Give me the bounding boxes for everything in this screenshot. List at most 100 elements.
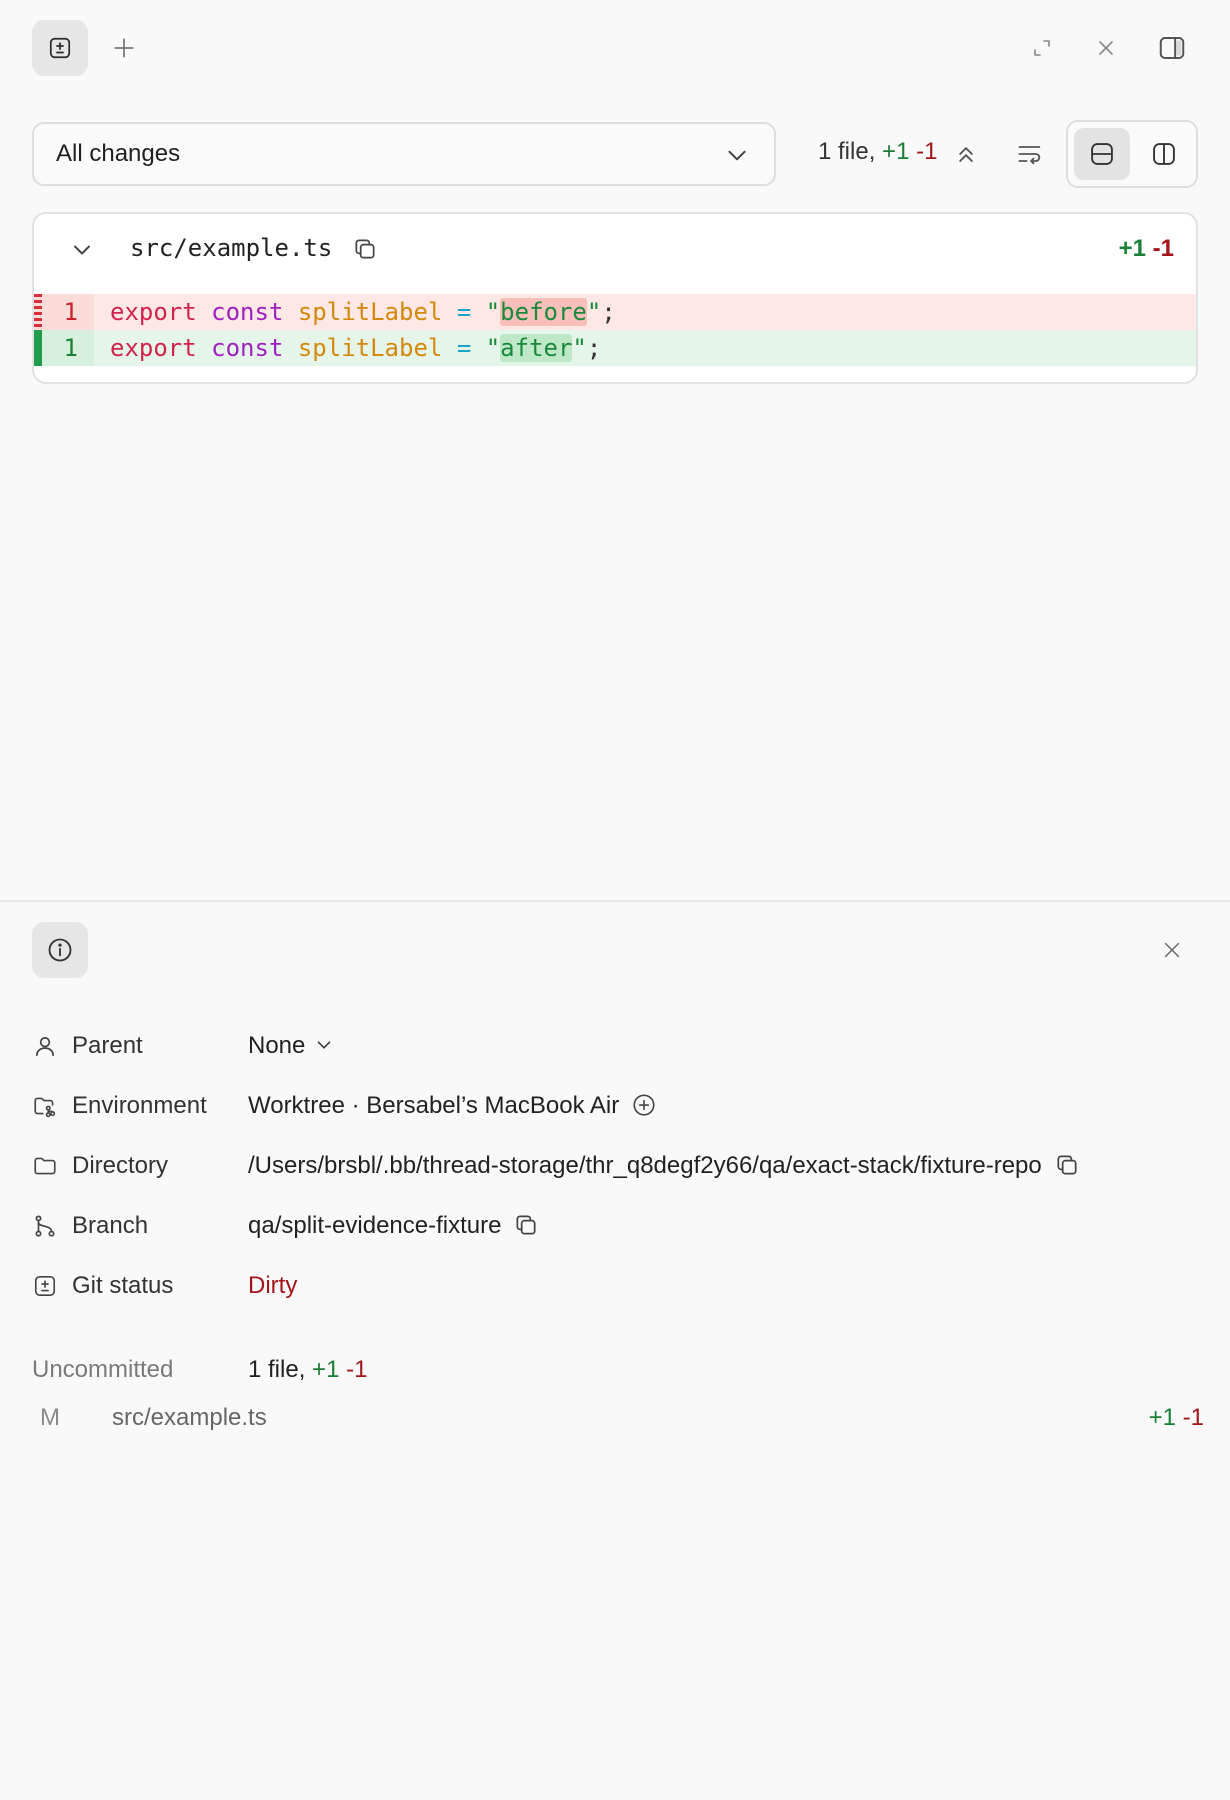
copy-icon[interactable] bbox=[1054, 1152, 1080, 1178]
line-number: 1 bbox=[63, 298, 78, 326]
split-view-icon bbox=[1150, 140, 1178, 168]
git-status-value: Dirty bbox=[248, 1272, 298, 1299]
branch-value: qa/split-evidence-fixture bbox=[248, 1212, 502, 1239]
toggle-sidebar-button[interactable] bbox=[1152, 30, 1192, 66]
branch-icon bbox=[32, 1213, 58, 1239]
code-content: export const splitLabel = "before"; bbox=[110, 298, 616, 326]
detail-label: Directory bbox=[72, 1152, 169, 1179]
code-quote: " bbox=[586, 298, 602, 326]
close-icon bbox=[1094, 36, 1118, 60]
diff-summary: 1 file, +1 -1 bbox=[818, 138, 937, 166]
copy-icon[interactable] bbox=[352, 236, 378, 262]
new-tab-button[interactable] bbox=[108, 30, 140, 66]
summary-removed: -1 bbox=[916, 138, 938, 165]
view-mode-toggle bbox=[1066, 120, 1198, 188]
branch-value-wrap: qa/split-evidence-fixture bbox=[248, 1212, 539, 1240]
file-added: +1 bbox=[1148, 1404, 1176, 1431]
code-content: export const splitLabel = "after"; bbox=[110, 334, 601, 362]
plus-minus-box-icon bbox=[32, 1273, 58, 1299]
environment-value: Worktree · Bersabel’s MacBook Air bbox=[248, 1092, 620, 1119]
detail-label: Environment bbox=[72, 1092, 207, 1119]
collapse-all-button[interactable] bbox=[948, 136, 984, 172]
detail-label: Git status bbox=[72, 1272, 174, 1299]
detail-row-git-status: Git status Dirty bbox=[32, 1266, 1198, 1306]
file-removed-count: -1 bbox=[1152, 235, 1174, 262]
changed-token: before bbox=[500, 298, 587, 326]
code-punctuation: ; bbox=[586, 334, 602, 362]
parent-value: None bbox=[248, 1032, 306, 1059]
close-panel-button[interactable] bbox=[1088, 30, 1124, 66]
code-operator: = bbox=[456, 334, 472, 362]
changed-token: after bbox=[500, 334, 573, 362]
code-quote: " bbox=[572, 334, 587, 362]
plus-minus-box-icon bbox=[47, 35, 73, 61]
changes-scope-select[interactable]: All changes bbox=[32, 122, 776, 186]
unified-view-button[interactable] bbox=[1074, 128, 1130, 180]
chevron-down-icon bbox=[313, 1034, 335, 1056]
directory-value-wrap: /Users/brsbl/.bb/thread-storage/thr_q8de… bbox=[248, 1152, 1080, 1180]
environment-value-wrap: Worktree · Bersabel’s MacBook Air bbox=[248, 1092, 657, 1120]
uncommitted-label: Uncommitted bbox=[32, 1356, 174, 1383]
code-quote: " bbox=[485, 298, 501, 326]
scope-selected-value: All changes bbox=[56, 140, 181, 167]
detail-label: Parent bbox=[72, 1032, 143, 1059]
panel-divider[interactable] bbox=[0, 900, 1230, 902]
uncommitted-files: 1 file, bbox=[248, 1356, 306, 1383]
uncommitted-file-row[interactable]: M src/example.ts +1 -1 bbox=[32, 1396, 1204, 1440]
code-keyword: export bbox=[110, 298, 197, 326]
uncommitted-summary: 1 file, +1 -1 bbox=[248, 1356, 367, 1384]
summary-added: +1 bbox=[882, 138, 910, 165]
directory-value: /Users/brsbl/.bb/thread-storage/thr_q8de… bbox=[248, 1152, 1042, 1179]
detail-row-directory: Directory /Users/brsbl/.bb/thread-storag… bbox=[32, 1146, 1198, 1186]
close-details-button[interactable] bbox=[1156, 932, 1188, 968]
chevron-down-icon bbox=[724, 142, 750, 168]
info-icon bbox=[46, 936, 74, 964]
file-name: src/example.ts bbox=[112, 1404, 267, 1431]
split-view-button[interactable] bbox=[1136, 128, 1192, 180]
uncommitted-added: +1 bbox=[312, 1356, 340, 1383]
expand-button[interactable] bbox=[1024, 30, 1060, 66]
top-bar bbox=[0, 0, 1230, 96]
file-added-count: +1 bbox=[1118, 235, 1146, 262]
person-icon bbox=[32, 1033, 58, 1059]
detail-row-environment: Environment Worktree · Bersabel’s MacBoo… bbox=[32, 1086, 1198, 1126]
file-diff-card: src/example.ts +1 -1 1 export const spli… bbox=[32, 212, 1198, 384]
plus-icon bbox=[111, 35, 137, 61]
line-number: 1 bbox=[63, 334, 78, 362]
info-tab[interactable] bbox=[32, 922, 88, 978]
line-gutter: 1 bbox=[34, 330, 94, 366]
summary-files: 1 file, bbox=[818, 138, 876, 165]
detail-label: Branch bbox=[72, 1212, 149, 1239]
file-status: M bbox=[40, 1404, 60, 1431]
wrap-lines-button[interactable] bbox=[1012, 136, 1048, 172]
code-operator: = bbox=[456, 298, 472, 326]
code-keyword: const bbox=[211, 334, 284, 362]
chevron-down-icon[interactable] bbox=[68, 236, 96, 264]
unified-view-icon bbox=[1088, 140, 1116, 168]
close-icon bbox=[1161, 939, 1183, 961]
copy-icon[interactable] bbox=[513, 1212, 539, 1238]
file-removed: -1 bbox=[1182, 1404, 1204, 1431]
wrap-lines-icon bbox=[1016, 140, 1044, 168]
code-keyword: const bbox=[211, 298, 284, 326]
file-diff-header[interactable]: src/example.ts +1 -1 bbox=[34, 214, 1196, 284]
diff-line-added: 1 export const splitLabel = "after"; bbox=[34, 330, 1196, 366]
parent-select[interactable]: None bbox=[248, 1032, 335, 1060]
line-gutter: 1 bbox=[34, 294, 94, 330]
code-string: "after" bbox=[486, 334, 587, 362]
diff-line-deleted: 1 export const splitLabel = "before"; bbox=[34, 294, 1196, 330]
code-string: "before" bbox=[485, 298, 602, 326]
sidebar-panel-icon bbox=[1157, 33, 1187, 63]
diff-file-name: src/example.ts bbox=[130, 234, 333, 262]
code-identifier: splitLabel bbox=[297, 298, 443, 326]
expand-icon bbox=[1030, 36, 1054, 60]
code-identifier: splitLabel bbox=[297, 334, 443, 362]
add-circle-icon[interactable] bbox=[631, 1092, 657, 1118]
code-punctuation: ; bbox=[601, 298, 616, 326]
detail-row-parent: Parent None bbox=[32, 1026, 1198, 1066]
uncommitted-removed: -1 bbox=[346, 1356, 368, 1383]
folder-icon bbox=[32, 1153, 58, 1179]
diff-tab[interactable] bbox=[32, 20, 88, 76]
environment-icon bbox=[32, 1093, 58, 1119]
code-quote: " bbox=[485, 334, 501, 362]
